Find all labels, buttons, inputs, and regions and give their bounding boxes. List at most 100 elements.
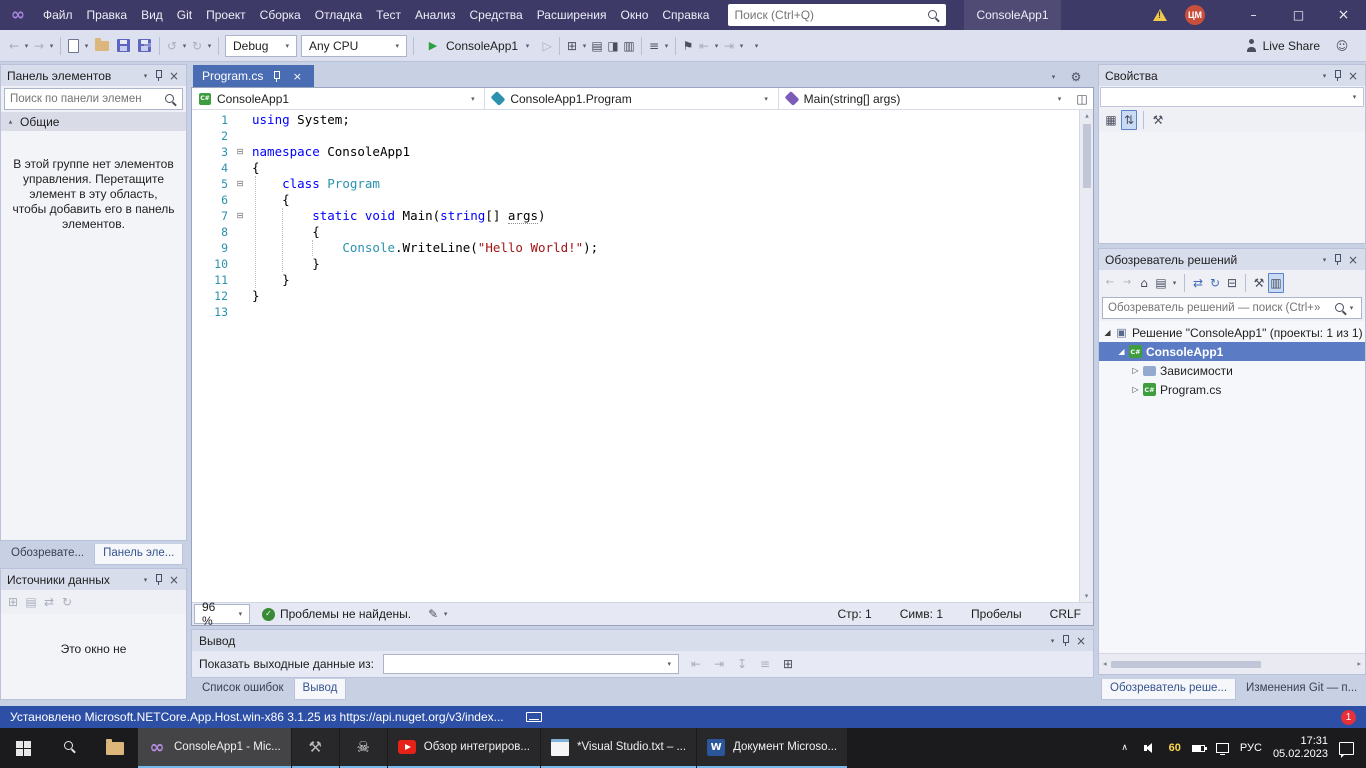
home-icon[interactable]: ⌂ [1136, 273, 1152, 293]
close-icon[interactable]: × [289, 66, 305, 86]
tree-item[interactable]: ◢▣Решение "ConsoleApp1" (проекты: 1 из 1… [1099, 323, 1365, 342]
chevron-down-icon[interactable]: ▾ [1048, 637, 1057, 645]
chevron-down-icon[interactable]: ▾ [141, 576, 150, 584]
code-editor[interactable]: 1using System;23⊟namespace ConsoleApp14{… [192, 110, 1093, 602]
code-line[interactable]: 4{ [192, 160, 1079, 176]
collapse-arrow-icon[interactable]: ◢ [1115, 347, 1128, 356]
live-share-button[interactable]: Live Share ☺ [1245, 36, 1360, 56]
health-indicator-icon[interactable]: ✓ [262, 608, 275, 621]
start-button[interactable] [0, 728, 46, 768]
scrollbar-thumb[interactable] [1111, 661, 1261, 668]
save-icon[interactable] [117, 39, 130, 52]
chevron-down-icon[interactable]: ▾ [141, 72, 150, 80]
new-file-icon[interactable] [68, 39, 79, 53]
menu-item-4[interactable]: Проект [199, 0, 253, 30]
spaces-indicator[interactable]: Пробелы [971, 607, 1022, 621]
autoscroll-icon[interactable]: ↧ [734, 654, 750, 674]
menu-item-9[interactable]: Средства [463, 0, 530, 30]
tab-output[interactable]: Вывод [294, 679, 347, 700]
scroll-left-icon[interactable]: ▾ [1095, 658, 1115, 670]
scroll-right-icon[interactable]: ▾ [1349, 658, 1366, 670]
code-line[interactable]: 3⊟namespace ConsoleApp1 [192, 144, 1079, 160]
chevron-down-icon[interactable]: ▾ [22, 42, 31, 50]
code-line[interactable]: 1using System; [192, 112, 1079, 128]
tab-solution-explorer[interactable]: Обозреватель реше... [1101, 679, 1236, 700]
word-wrap-icon[interactable]: ≡ [757, 654, 773, 674]
menu-item-12[interactable]: Справка [655, 0, 716, 30]
expand-arrow-icon[interactable]: ▷ [1129, 366, 1142, 375]
solution-platform-dropdown[interactable]: Any CPU▾ [301, 35, 407, 57]
quick-search-input[interactable] [734, 8, 927, 22]
taskbar-app-notepad[interactable]: *Visual Studio.txt – ... [541, 728, 696, 768]
network-icon[interactable] [1216, 743, 1229, 753]
collapse-arrow-icon[interactable]: ◢ [1101, 328, 1114, 337]
menu-item-0[interactable]: Файл [36, 0, 80, 30]
problems-status[interactable]: Проблемы не найдены. [280, 607, 411, 621]
chevron-down-icon[interactable]: ▾ [737, 42, 746, 50]
chevron-down-icon[interactable]: ▾ [82, 42, 91, 50]
split-window-icon[interactable]: ◫ [1071, 89, 1093, 109]
properties-object-dropdown[interactable]: ▾ [1100, 87, 1364, 107]
redo-icon[interactable]: ↻ [189, 36, 205, 56]
menu-item-5[interactable]: Сборка [253, 0, 308, 30]
error-list-icon[interactable]: ▤ [589, 36, 605, 56]
tree-item[interactable]: ◢C#ConsoleApp1 [1099, 342, 1365, 361]
quick-search-box[interactable] [728, 4, 946, 26]
taskbar-app-word[interactable]: WДокумент Microso... [697, 728, 847, 768]
action-center-icon[interactable] [1339, 742, 1354, 755]
solution-configuration-dropdown[interactable]: Debug▾ [225, 35, 297, 57]
property-pages-icon[interactable]: ⚒ [1150, 110, 1166, 130]
close-icon[interactable]: × [166, 66, 182, 86]
chevron-down-icon[interactable]: ▾ [1320, 72, 1329, 80]
sync-data-source-icon[interactable]: ⇄ [41, 592, 57, 612]
code-line[interactable]: 5⊟ class Program [192, 176, 1079, 192]
minimize-button[interactable]: – [1231, 0, 1276, 30]
collapse-all-icon[interactable]: ⊟ [1224, 273, 1240, 293]
expand-arrow-icon[interactable]: ▷ [1129, 385, 1142, 394]
menu-item-1[interactable]: Правка [80, 0, 135, 30]
pin-icon[interactable] [153, 69, 163, 82]
properties-icon[interactable]: ⚒ [1251, 273, 1267, 293]
code-cleanup-icon[interactable]: ✎ [425, 604, 441, 624]
chevron-down-icon[interactable]: ▾ [712, 42, 721, 50]
indent-icon[interactable]: ≡ [646, 36, 662, 56]
forward-icon[interactable]: → [1119, 273, 1135, 293]
close-icon[interactable]: × [1073, 631, 1089, 651]
volume-icon[interactable] [1144, 743, 1158, 753]
clock[interactable]: 17:31 05.02.2023 [1273, 735, 1328, 761]
code-line[interactable]: 10 } [192, 256, 1079, 272]
data-sources-header[interactable]: Источники данных ▾ × [1, 569, 186, 590]
code-line[interactable]: 13 [192, 304, 1079, 320]
tree-item[interactable]: ▷Зависимости [1099, 361, 1365, 380]
collapse-region-icon[interactable]: ⊟ [232, 144, 248, 160]
taskbar-app-game-tools[interactable]: ⚒ [292, 728, 339, 768]
code-line[interactable]: 8 { [192, 224, 1079, 240]
zoom-dropdown[interactable]: 96 % ▾ [194, 604, 250, 624]
toolbox-header[interactable]: Панель элементов ▾ × [1, 65, 186, 86]
toolbar-overflow-icon[interactable]: ▾ [752, 42, 761, 50]
scroll-down-icon[interactable]: ▾ [1081, 590, 1093, 602]
close-button[interactable]: × [1321, 0, 1366, 30]
language-indicator[interactable]: РУС [1240, 742, 1262, 754]
toolbox-search-input[interactable] [10, 93, 164, 105]
collapse-region-icon[interactable]: ⊟ [232, 176, 248, 192]
code-line[interactable]: 12} [192, 288, 1079, 304]
start-debugging-button[interactable]: ▶ ConsoleApp1 ▾ [418, 34, 539, 58]
toolbox-section-general[interactable]: ▾ Общие [1, 112, 186, 131]
code-line[interactable]: 11 } [192, 272, 1079, 288]
show-all-files-icon[interactable]: ▥ [1268, 273, 1284, 293]
undo-icon[interactable]: ↺ [164, 36, 180, 56]
categorized-icon[interactable]: ▦ [1103, 110, 1119, 130]
menu-item-7[interactable]: Тест [369, 0, 408, 30]
new-item-icon[interactable]: ⊞ [564, 36, 580, 56]
warning-icon[interactable] [1153, 9, 1167, 21]
navigate-forward-icon[interactable]: → [31, 36, 47, 56]
gear-icon[interactable]: ⚙ [1068, 67, 1084, 87]
document-tab-programcs[interactable]: Program.cs × [193, 65, 314, 87]
type-dropdown[interactable]: ConsoleApp1.Program ▾ [485, 88, 778, 109]
back-icon[interactable]: ← [1102, 273, 1118, 293]
sync-with-active-document-icon[interactable]: ⇄ [1190, 273, 1206, 293]
code-line[interactable]: 6 { [192, 192, 1079, 208]
previous-message-icon[interactable]: ⇤ [688, 654, 704, 674]
open-file-icon[interactable] [95, 41, 109, 51]
